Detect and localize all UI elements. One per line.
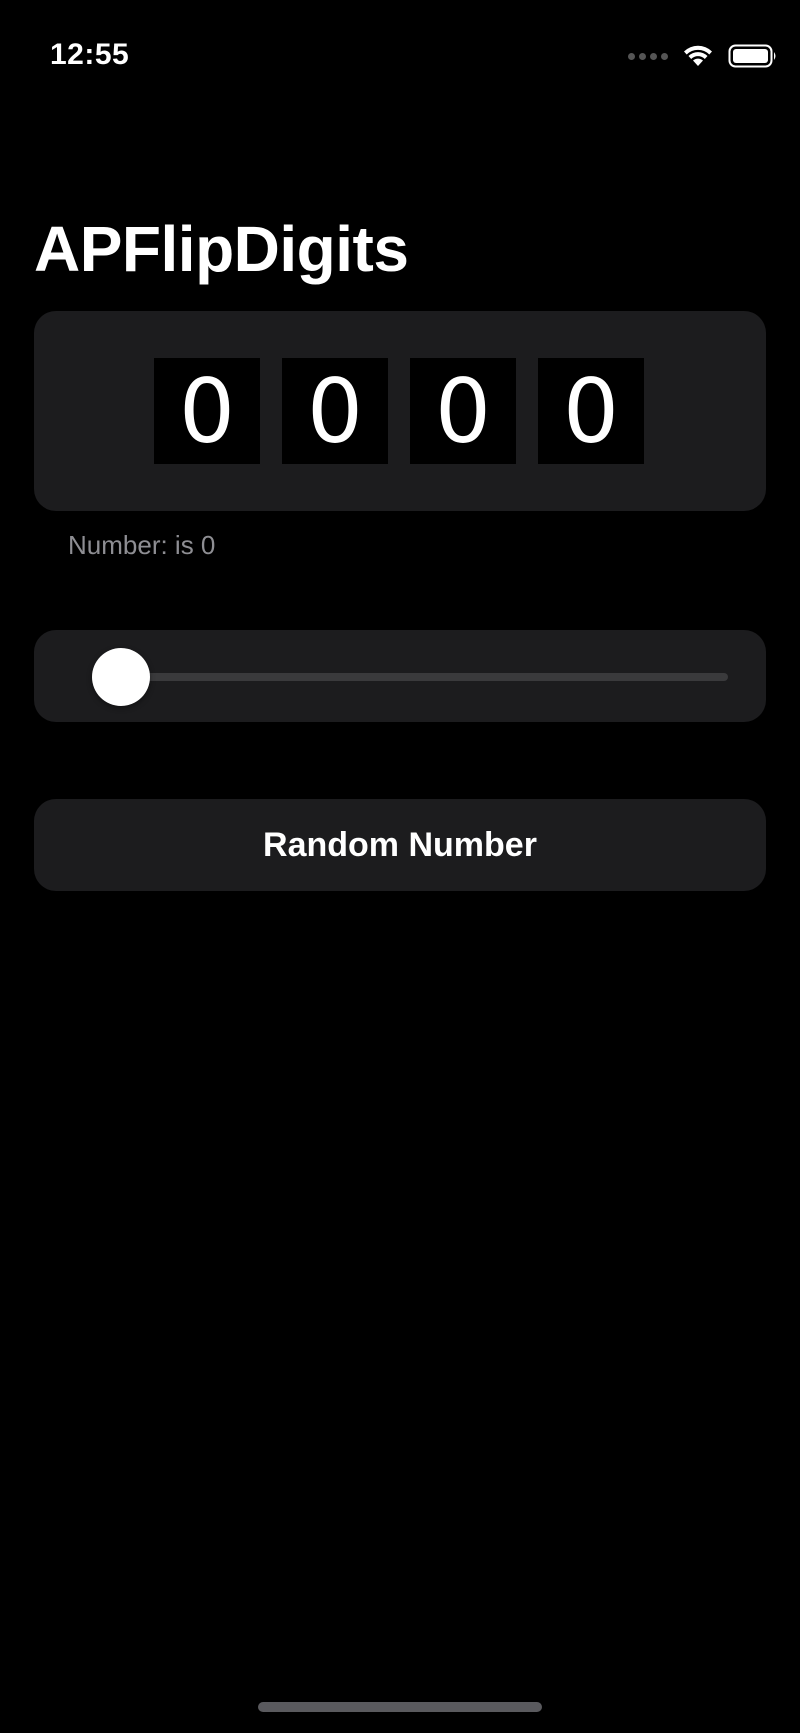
home-indicator[interactable] bbox=[258, 1702, 542, 1712]
flip-digits-row: 0 0 0 0 bbox=[154, 358, 644, 464]
slider-thumb[interactable] bbox=[92, 648, 150, 706]
status-time: 12:55 bbox=[50, 38, 130, 71]
flip-digit: 0 bbox=[282, 358, 388, 464]
cellular-signal-icon bbox=[628, 52, 668, 60]
flip-digit: 0 bbox=[410, 358, 516, 464]
slider-track[interactable] bbox=[96, 673, 728, 681]
battery-icon bbox=[728, 44, 776, 68]
flip-digit: 0 bbox=[154, 358, 260, 464]
status-bar: 12:55 bbox=[0, 0, 800, 110]
status-icons bbox=[628, 44, 778, 68]
slider-card bbox=[34, 630, 766, 722]
page-title: APFlipDigits bbox=[34, 213, 409, 285]
random-number-button[interactable]: Random Number bbox=[34, 799, 766, 891]
flip-digits-card: 0 0 0 0 bbox=[34, 311, 766, 511]
wifi-icon bbox=[684, 45, 712, 66]
flip-digit: 0 bbox=[538, 358, 644, 464]
number-label: Number: is 0 bbox=[68, 530, 216, 560]
